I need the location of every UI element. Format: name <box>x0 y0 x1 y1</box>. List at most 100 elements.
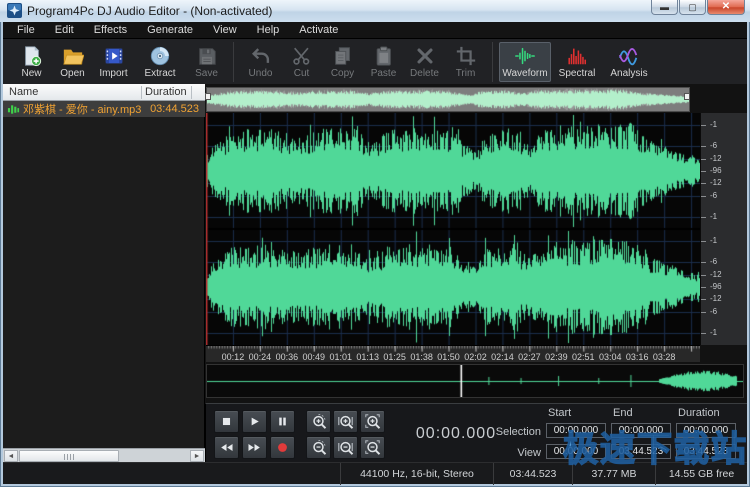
monitor-strip[interactable] <box>206 364 744 398</box>
db-tick <box>701 196 706 197</box>
record-button[interactable] <box>270 436 295 459</box>
new-button[interactable]: New <box>11 42 52 82</box>
open-button[interactable]: Open <box>52 42 93 82</box>
close-button[interactable]: ✕ <box>707 0 745 15</box>
delete-button: Delete <box>404 42 445 82</box>
cut-scissors-icon <box>291 45 313 67</box>
selection-end-field[interactable]: 00:00.000 <box>611 423 671 438</box>
time-ruler[interactable]: 00:1200:2400:3600:4901:0101:1301:2501:38… <box>206 345 700 362</box>
trim-label: Trim <box>456 68 476 79</box>
analysis-button[interactable]: Analysis <box>603 42 655 82</box>
maximize-button[interactable]: ▢ <box>679 0 706 15</box>
column-divider[interactable] <box>191 86 192 99</box>
view-end-field[interactable]: 03:44.523 <box>611 444 671 459</box>
maximize-icon: ▢ <box>688 3 697 12</box>
new-document-icon <box>21 45 43 67</box>
spectral-bars-icon <box>566 45 588 67</box>
view-start-field[interactable]: 00:00.000 <box>546 444 606 459</box>
column-header-duration[interactable]: Duration <box>145 85 187 100</box>
overview-right-handle[interactable] <box>684 93 690 100</box>
overview-left-handle[interactable] <box>205 93 211 100</box>
view-duration-field[interactable]: 03:44.523 <box>676 444 736 459</box>
zoom-out-horizontal-button[interactable] <box>333 436 358 459</box>
zoom-out-full-button[interactable] <box>360 436 385 459</box>
selection-duration-field[interactable]: 00:00.000 <box>676 423 736 438</box>
menu-file[interactable]: File <box>7 22 45 38</box>
analysis-label: Analysis <box>610 68 647 79</box>
zoom-selection-button[interactable] <box>306 410 331 433</box>
db-tick <box>701 262 706 263</box>
db-tick-label: -6 <box>710 258 717 266</box>
horizontal-scrollbar[interactable]: ◄ ► <box>3 448 205 462</box>
menu-activate[interactable]: Activate <box>289 22 348 38</box>
pause-button[interactable] <box>270 410 295 433</box>
file-name: 邓紫棋 - 爱你 - ainy.mp3 <box>23 101 150 117</box>
waveform-button[interactable]: Waveform <box>499 42 551 82</box>
import-button[interactable]: Import <box>93 42 134 82</box>
scrollbar-grip <box>64 454 76 460</box>
db-tick <box>701 183 706 184</box>
db-tick-label: -1 <box>710 329 717 337</box>
selection-row-label: Selection <box>446 426 541 438</box>
paste-clipboard-icon <box>373 45 395 67</box>
zoom-in-horizontal-button[interactable] <box>333 410 358 433</box>
status-bar: 44100 Hz, 16-bit, Stereo 03:44.523 37.77… <box>3 462 747 484</box>
delete-x-icon <box>414 45 436 67</box>
fast-forward-button[interactable] <box>242 436 267 459</box>
stop-icon <box>218 413 235 430</box>
toolbar: NewOpenImportExtractSaveUndoCutCopyPaste… <box>3 38 747 84</box>
time-tick-label: 01:01 <box>329 352 352 362</box>
open-label: Open <box>60 68 84 79</box>
time-tick-label: 03:04 <box>599 352 622 362</box>
db-tick <box>701 125 706 126</box>
stop-button[interactable] <box>214 410 239 433</box>
db-tick <box>701 217 706 218</box>
db-tick-label: -96 <box>710 283 722 291</box>
save-label: Save <box>195 68 218 79</box>
transport-bar: 00:00.000 Selection View Start End Durat… <box>205 403 747 462</box>
file-list-panel: Name Duration 邓紫棋 - 爱你 - ainy.mp3 03:44.… <box>3 84 205 462</box>
zoom-in-horizontal-icon <box>337 413 354 430</box>
rewind-button[interactable] <box>214 436 239 459</box>
db-tick-label: -12 <box>710 271 722 279</box>
column-divider[interactable] <box>141 86 142 99</box>
copy-label: Copy <box>331 68 354 79</box>
new-label: New <box>21 68 41 79</box>
menu-effects[interactable]: Effects <box>84 22 137 38</box>
scroll-right-arrow-icon[interactable]: ► <box>190 450 204 462</box>
extract-label: Extract <box>144 68 175 79</box>
paste-button: Paste <box>363 42 404 82</box>
menu-view[interactable]: View <box>203 22 247 38</box>
time-tick-label: 02:27 <box>518 352 541 362</box>
zoom-selection-icon <box>310 413 327 430</box>
scrollbar-thumb[interactable] <box>19 450 119 462</box>
scroll-left-arrow-icon[interactable]: ◄ <box>4 450 18 462</box>
selection-start-field[interactable]: 00:00.000 <box>546 423 606 438</box>
menu-generate[interactable]: Generate <box>137 22 203 38</box>
column-header-name[interactable]: Name <box>9 85 38 100</box>
zoom-out-selection-button[interactable] <box>306 436 331 459</box>
zoom-in-full-icon <box>364 413 381 430</box>
time-tick-label: 02:02 <box>464 352 487 362</box>
main-waveform[interactable] <box>206 113 700 345</box>
db-tick-label: -12 <box>710 155 722 163</box>
play-button[interactable] <box>242 410 267 433</box>
minimize-button[interactable]: ▬ <box>651 0 678 15</box>
time-tick-label: 00:49 <box>303 352 326 362</box>
time-tick-label: 03:28 <box>653 352 676 362</box>
spectral-button[interactable]: Spectral <box>551 42 603 82</box>
file-list-row[interactable]: 邓紫棋 - 爱你 - ainy.mp3 03:44.523 <box>3 101 205 117</box>
import-video-icon <box>103 45 125 67</box>
zoom-out-horizontal-icon <box>337 439 354 456</box>
menu-edit[interactable]: Edit <box>45 22 84 38</box>
save-button: Save <box>186 42 227 82</box>
db-tick-label: -6 <box>710 308 717 316</box>
time-tick-label: 01:13 <box>356 352 379 362</box>
zoom-in-full-button[interactable] <box>360 410 385 433</box>
db-tick-label: -6 <box>710 142 717 150</box>
play-icon <box>246 413 263 430</box>
cut-label: Cut <box>294 68 310 79</box>
overview-waveform[interactable] <box>206 87 690 112</box>
menu-help[interactable]: Help <box>247 22 290 38</box>
extract-button[interactable]: Extract <box>134 42 186 82</box>
